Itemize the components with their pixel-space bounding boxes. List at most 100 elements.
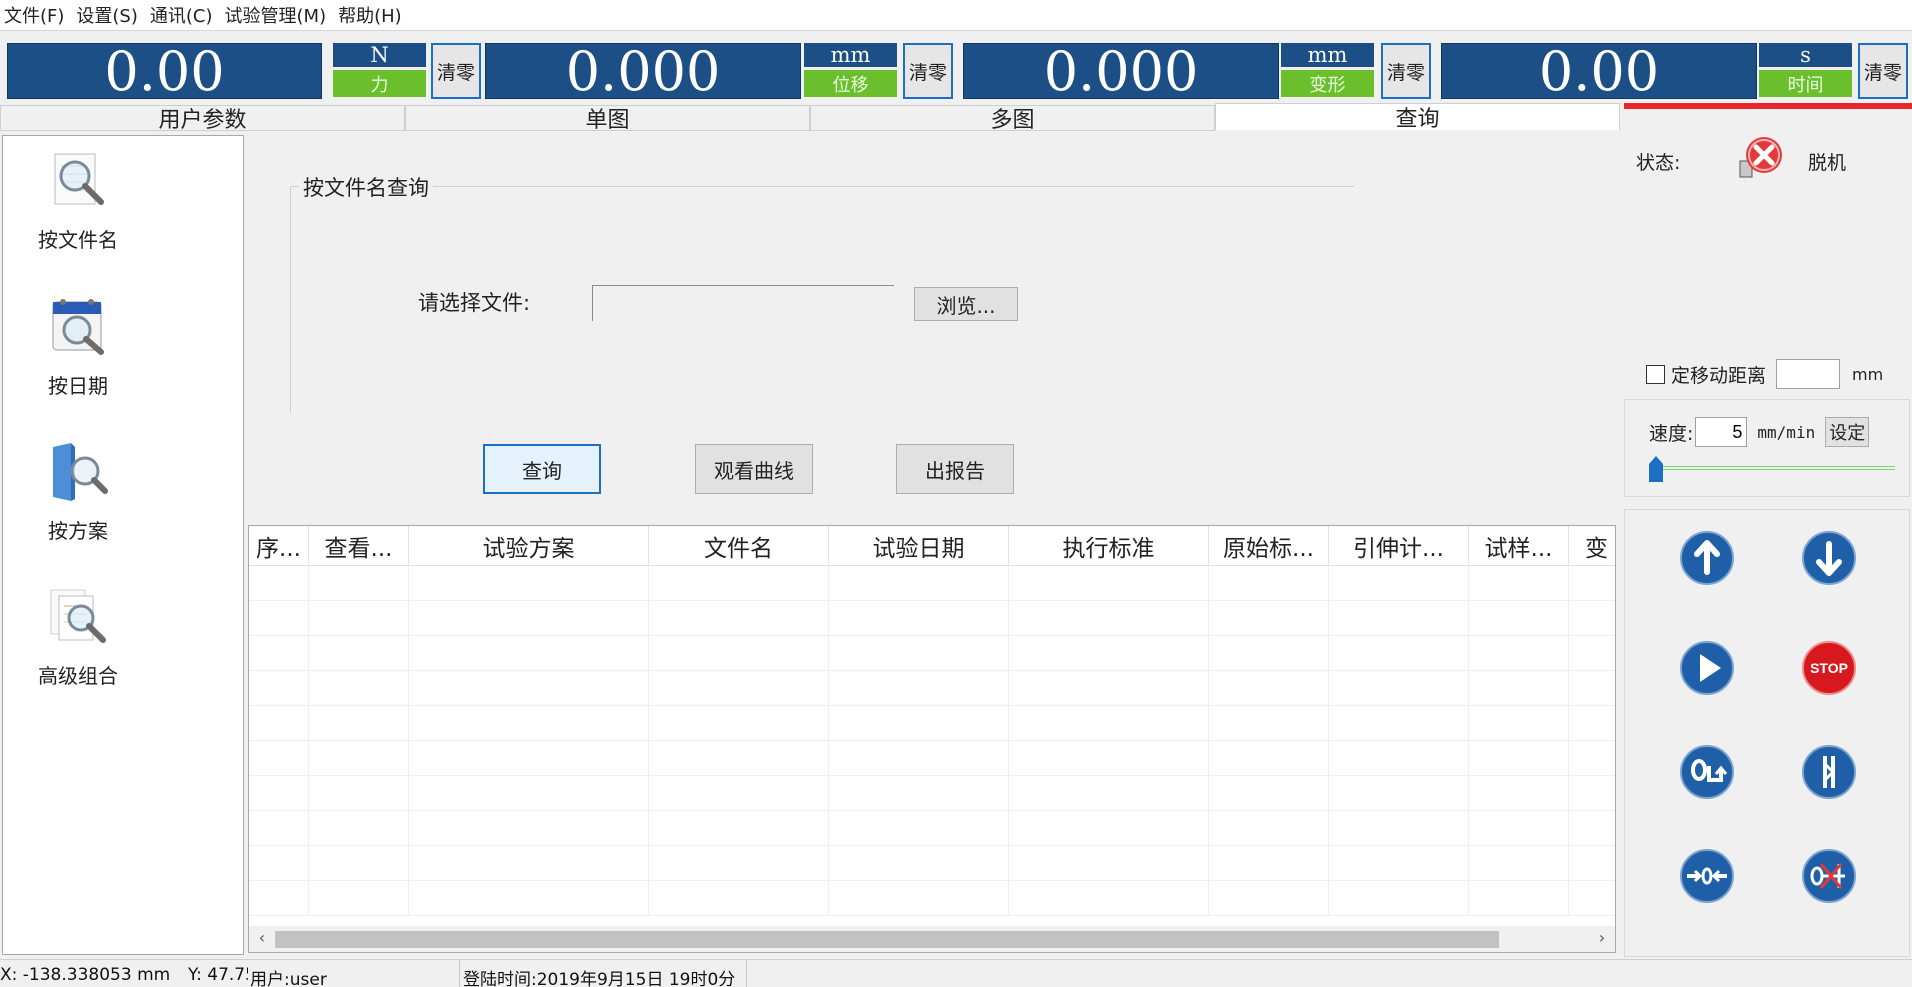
table-cell bbox=[1569, 776, 1615, 811]
table-cell bbox=[1009, 566, 1209, 601]
table-cell bbox=[829, 671, 1009, 706]
col-view[interactable]: 查看... bbox=[309, 526, 409, 566]
col-original-gauge[interactable]: 原始标... bbox=[1209, 526, 1329, 566]
table-cell bbox=[249, 741, 309, 776]
fixed-distance-label: 定移动距离 bbox=[1671, 364, 1767, 387]
col-deformation[interactable]: 变 bbox=[1569, 526, 1615, 566]
menu-settings[interactable]: 设置(S) bbox=[72, 2, 145, 28]
table-cell bbox=[829, 741, 1009, 776]
col-extensometer[interactable]: 引伸计... bbox=[1329, 526, 1469, 566]
table-row[interactable] bbox=[249, 671, 1615, 706]
table-cell bbox=[829, 846, 1009, 881]
tab-single-chart[interactable]: 单图 bbox=[405, 105, 810, 133]
table-cell bbox=[649, 846, 829, 881]
folder-magnifier-icon bbox=[53, 443, 108, 501]
table-row[interactable] bbox=[249, 636, 1615, 671]
query-panel: 按文件名查询 请选择文件: 浏览... 查询 观看曲线 出报告 序... 查看.… bbox=[248, 135, 1622, 955]
table-row[interactable] bbox=[249, 706, 1615, 741]
table-row[interactable] bbox=[249, 811, 1615, 846]
menu-help[interactable]: 帮助(H) bbox=[334, 2, 410, 28]
table-cell bbox=[1209, 741, 1329, 776]
move-up-button[interactable] bbox=[1679, 530, 1735, 586]
readout-force-unit: N bbox=[333, 43, 426, 67]
move-down-button[interactable] bbox=[1801, 530, 1857, 586]
fixed-distance-unit: mm bbox=[1852, 364, 1884, 384]
tab-query[interactable]: 查询 bbox=[1215, 103, 1620, 132]
cursor-y-readout: Y: 47.75 bbox=[188, 965, 248, 985]
speed-slider-track[interactable] bbox=[1649, 466, 1895, 470]
scroll-left-icon[interactable]: ‹ bbox=[251, 928, 273, 947]
query-button[interactable]: 查询 bbox=[483, 444, 601, 494]
table-row[interactable] bbox=[249, 741, 1615, 776]
return-origin-button[interactable] bbox=[1801, 744, 1857, 800]
table-cell bbox=[409, 741, 649, 776]
machine-control-panel: 状态: 脱机 定移动距离 mm 速度: mm/min 设定 bbox=[1622, 103, 1912, 957]
fixed-distance-checkbox[interactable] bbox=[1646, 364, 1665, 384]
readout-time-label: 时间 bbox=[1759, 70, 1852, 97]
file-path-input[interactable] bbox=[592, 285, 894, 321]
table-cell bbox=[409, 846, 649, 881]
table-row[interactable] bbox=[249, 601, 1615, 636]
table-cell bbox=[1009, 601, 1209, 636]
readout-force-value: 0.00 bbox=[7, 40, 322, 103]
table-cell bbox=[309, 636, 409, 671]
table-row[interactable] bbox=[249, 566, 1615, 601]
zero-displacement-button[interactable]: 清零 bbox=[903, 43, 953, 99]
browse-button[interactable]: 浏览... bbox=[914, 287, 1018, 321]
speed-slider-thumb[interactable] bbox=[1649, 456, 1663, 482]
table-cell bbox=[309, 811, 409, 846]
documents-magnifier-icon bbox=[50, 589, 106, 643]
nav-advanced[interactable]: 高级组合 bbox=[3, 584, 153, 689]
horizontal-scrollbar[interactable]: ‹ › bbox=[249, 926, 1615, 952]
nav-by-scheme[interactable]: 按方案 bbox=[3, 439, 153, 544]
unclamp-button[interactable] bbox=[1801, 848, 1857, 904]
set-speed-button[interactable]: 设定 bbox=[1825, 417, 1870, 447]
table-cell bbox=[1209, 566, 1329, 601]
table-row[interactable] bbox=[249, 881, 1615, 916]
results-table[interactable]: 序... 查看... 试验方案 文件名 试验日期 执行标准 原始标... 引伸计… bbox=[248, 525, 1616, 953]
clamp-button[interactable] bbox=[1679, 848, 1735, 904]
table-cell bbox=[1209, 706, 1329, 741]
speed-input[interactable] bbox=[1695, 417, 1748, 447]
offline-icon bbox=[1739, 137, 1782, 178]
tab-multi-chart[interactable]: 多图 bbox=[810, 105, 1215, 133]
table-cell bbox=[249, 881, 309, 916]
menu-test-management[interactable]: 试验管理(M) bbox=[221, 2, 335, 28]
scroll-right-icon[interactable]: › bbox=[1591, 928, 1613, 947]
fixed-distance-input[interactable] bbox=[1776, 359, 1841, 389]
tab-user-params[interactable]: 用户参数 bbox=[0, 105, 405, 133]
stop-button[interactable]: STOP bbox=[1801, 640, 1857, 696]
table-cell bbox=[829, 881, 1009, 916]
col-specimen[interactable]: 试样... bbox=[1469, 526, 1569, 566]
zero-time-button[interactable]: 清零 bbox=[1858, 43, 1908, 99]
col-index[interactable]: 序... bbox=[249, 526, 309, 566]
readout-deformation-unit: mm bbox=[1281, 43, 1374, 67]
menu-communication[interactable]: 通讯(C) bbox=[146, 2, 221, 28]
table-cell bbox=[309, 846, 409, 881]
table-row[interactable] bbox=[249, 776, 1615, 811]
col-test-scheme[interactable]: 试验方案 bbox=[409, 526, 649, 566]
view-curve-button[interactable]: 观看曲线 bbox=[695, 444, 813, 494]
nav-by-date[interactable]: 按日期 bbox=[3, 294, 153, 399]
scrollbar-thumb[interactable] bbox=[275, 931, 1499, 948]
nav-by-filename[interactable]: 按文件名 bbox=[3, 148, 153, 253]
zero-force-button[interactable]: 清零 bbox=[431, 43, 481, 99]
table-cell bbox=[1009, 741, 1209, 776]
select-file-label: 请选择文件: bbox=[418, 291, 531, 315]
col-standard[interactable]: 执行标准 bbox=[1009, 526, 1209, 566]
col-filename[interactable]: 文件名 bbox=[649, 526, 829, 566]
col-test-date[interactable]: 试验日期 bbox=[829, 526, 1009, 566]
readout-displacement-unit: mm bbox=[804, 43, 897, 67]
start-button[interactable] bbox=[1679, 640, 1735, 696]
table-row[interactable] bbox=[249, 846, 1615, 881]
table-cell bbox=[249, 636, 309, 671]
zero-deformation-button[interactable]: 清零 bbox=[1381, 43, 1431, 99]
menu-file[interactable]: 文件(F) bbox=[0, 2, 72, 28]
return-zero-button[interactable] bbox=[1679, 744, 1735, 800]
table-cell bbox=[1209, 601, 1329, 636]
readout-time-value: 0.00 bbox=[1441, 40, 1757, 103]
report-button[interactable]: 出报告 bbox=[896, 444, 1014, 494]
status-bar: X: -138.338053 mm Y: 47.75 用户:user 登陆时间:… bbox=[0, 959, 1912, 987]
table-cell bbox=[1329, 846, 1469, 881]
table-cell bbox=[829, 776, 1009, 811]
